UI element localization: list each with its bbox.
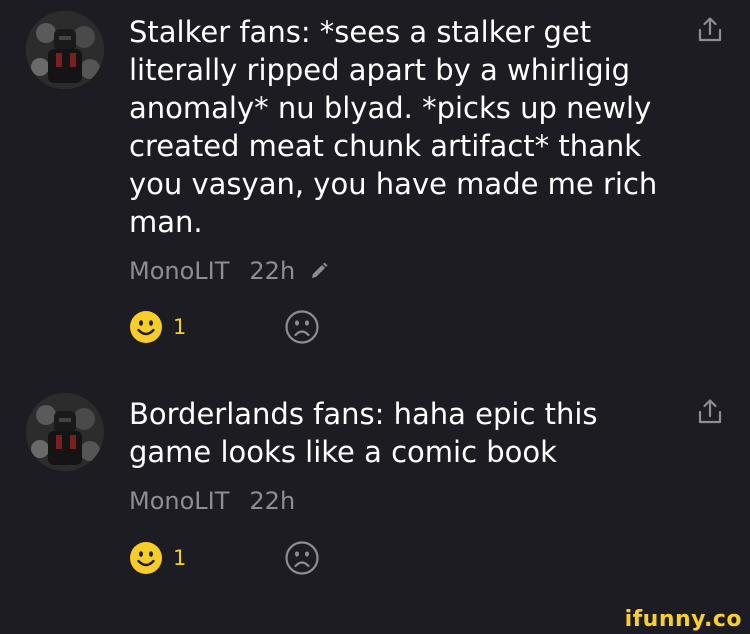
author-name[interactable]: MonoLIT — [129, 487, 229, 515]
share-icon[interactable] — [695, 15, 725, 45]
avatar[interactable] — [26, 393, 104, 471]
smile-count: 1 — [173, 315, 187, 339]
pencil-icon — [309, 261, 329, 281]
reactions-bar: 1 — [129, 541, 319, 575]
ifunny-watermark: ifunny.co — [624, 607, 742, 632]
author-name[interactable]: MonoLIT — [129, 257, 229, 285]
comment-meta: MonoLIT 22h — [129, 484, 295, 518]
share-icon[interactable] — [695, 397, 725, 427]
timestamp: 22h — [249, 487, 296, 515]
smile-icon[interactable] — [129, 541, 163, 575]
frown-icon[interactable] — [285, 310, 319, 344]
smile-icon[interactable] — [129, 310, 163, 344]
comment-meta: MonoLIT 22h — [129, 254, 329, 288]
smile-count: 1 — [173, 546, 187, 570]
reactions-bar: 1 — [129, 310, 319, 344]
frown-icon[interactable] — [285, 541, 319, 575]
comment-text: Borderlands fans: haha epic this game lo… — [129, 397, 598, 469]
avatar[interactable] — [26, 11, 104, 89]
timestamp: 22h — [249, 257, 296, 285]
comment-text: Stalker fans: *sees a stalker get litera… — [129, 15, 658, 239]
